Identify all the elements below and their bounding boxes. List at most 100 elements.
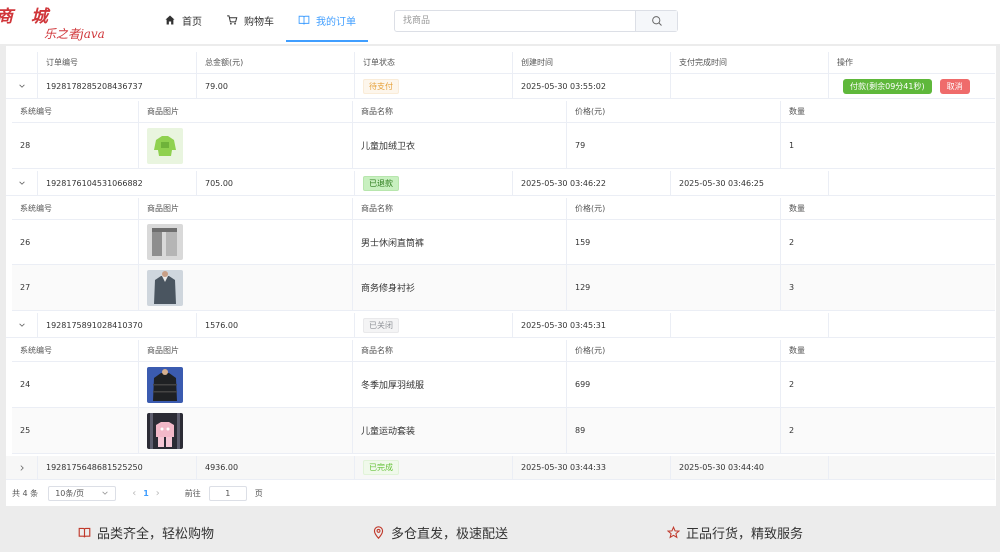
search-box	[394, 10, 678, 32]
item-row: 28 儿童加绒卫衣 79 1	[12, 123, 995, 169]
order-status-cell: 已退款	[355, 171, 513, 195]
col-item-name: 商品名称	[353, 340, 567, 361]
order-row: 1928175891028410370 1576.00 已关闭 2025-05-…	[6, 313, 995, 338]
order-row: 1928178285208436737 79.00 待支付 2025-05-30…	[6, 74, 995, 99]
item-name: 商务修身衬衫	[353, 265, 567, 310]
pagination: 共 4 条 10条/页 ‹ 1 › 前往 1 页	[12, 485, 263, 501]
item-row: 24 冬季加厚羽绒服 699 2	[12, 362, 995, 408]
nav-cart-label: 购物车	[244, 16, 274, 28]
item-price: 129	[567, 265, 781, 310]
item-price: 89	[567, 408, 781, 453]
item-price: 699	[567, 362, 781, 407]
header-expand-col	[6, 52, 38, 73]
expand-toggle[interactable]	[6, 456, 38, 479]
cart-icon	[227, 15, 238, 25]
col-item-image: 商品图片	[139, 101, 353, 122]
feature-item: 正品行货，精致服务	[667, 523, 803, 542]
current-page[interactable]: 1	[143, 489, 149, 498]
item-qty: 3	[789, 283, 795, 292]
item-id: 26	[12, 220, 139, 264]
feature-label: 多仓直发，极速配送	[391, 527, 509, 542]
expand-toggle[interactable]	[6, 171, 38, 195]
item-image-cell	[139, 220, 353, 264]
star-icon	[667, 526, 680, 539]
total-count: 共 4 条	[12, 488, 39, 498]
col-paid: 支付完成时间	[671, 52, 829, 73]
order-actions: 付款(剩余09分41秒) 取消	[829, 74, 995, 98]
col-item-id: 系统编号	[12, 340, 139, 361]
nav-cart[interactable]: 购物车	[214, 0, 286, 40]
logo-title[interactable]: 商 城	[0, 2, 54, 27]
col-order-no: 订单编号	[38, 52, 197, 73]
expand-toggle[interactable]	[6, 313, 38, 337]
expand-toggle[interactable]	[6, 74, 38, 98]
col-status: 订单状态	[355, 52, 513, 73]
item-image-cell	[139, 408, 353, 453]
item-qty: 2	[789, 426, 795, 435]
product-image	[147, 224, 183, 260]
item-name: 儿童运动套装	[353, 408, 567, 453]
item-id: 28	[12, 123, 139, 168]
main-nav: 首页 购物车 我的订单	[152, 0, 368, 42]
order-total: 1576.00	[197, 313, 355, 337]
item-row: 25 儿童运动套装 89 2	[12, 408, 995, 454]
col-item-image: 商品图片	[139, 198, 353, 219]
logo-subtitle: 乐之者java	[44, 27, 105, 41]
nav-home-label: 首页	[182, 16, 202, 28]
order-total: 79.00	[197, 74, 355, 98]
chevron-down-icon	[18, 181, 25, 185]
page-size-select[interactable]: 10条/页	[48, 485, 117, 501]
next-page-button[interactable]: ›	[156, 488, 160, 499]
home-icon	[165, 15, 175, 25]
items-header: 系统编号 商品图片 商品名称 价格(元) 数量	[12, 101, 995, 123]
item-qty: 2	[789, 380, 795, 389]
search-icon	[651, 16, 662, 26]
status-badge: 已关闭	[363, 317, 399, 333]
feature-label: 正品行货，精致服务	[686, 527, 804, 542]
item-image-cell	[139, 123, 353, 168]
col-item-name: 商品名称	[353, 101, 567, 122]
order-actions	[829, 171, 995, 195]
search-input[interactable]	[395, 11, 635, 31]
items-header: 系统编号 商品图片 商品名称 价格(元) 数量	[12, 198, 995, 220]
order-created: 2025-05-30 03:45:31	[513, 313, 671, 337]
order-no: 1928175891028410370	[38, 313, 197, 337]
item-name: 男士休闲直筒裤	[353, 220, 567, 264]
order-status-cell: 已完成	[355, 456, 513, 479]
prev-page-button[interactable]: ‹	[132, 488, 136, 499]
product-image	[147, 269, 183, 306]
goto-page-input[interactable]: 1	[208, 485, 247, 501]
order-paid	[671, 313, 829, 337]
location-pin-icon	[373, 526, 384, 539]
pay-button[interactable]: 付款(剩余09分41秒)	[843, 78, 932, 94]
search-button[interactable]	[635, 11, 677, 31]
item-id: 24	[12, 362, 139, 407]
cancel-button[interactable]: 取消	[939, 78, 970, 94]
order-paid: 2025-05-30 03:46:25	[671, 171, 829, 195]
order-actions	[829, 313, 995, 337]
col-item-image: 商品图片	[139, 340, 353, 361]
nav-my-orders[interactable]: 我的订单	[286, 0, 368, 42]
nav-home[interactable]: 首页	[152, 0, 214, 40]
page-suffix: 页	[254, 488, 263, 498]
chevron-down-icon	[102, 491, 108, 495]
feature-label: 品类齐全，轻松购物	[97, 527, 215, 542]
item-image-cell	[139, 362, 353, 407]
orders-table-header: 订单编号 总金额(元) 订单状态 创建时间 支付完成时间 操作	[6, 52, 995, 74]
feature-item: 多仓直发，极速配送	[372, 523, 508, 542]
order-no: 1928178285208436737	[38, 74, 197, 98]
col-item-name: 商品名称	[353, 198, 567, 219]
chevron-right-icon	[20, 464, 24, 471]
order-created: 2025-05-30 03:46:22	[513, 171, 671, 195]
order-status-cell: 待支付	[355, 74, 513, 98]
item-qty: 2	[789, 237, 795, 247]
item-image-cell	[139, 265, 353, 310]
col-item-qty: 数量	[789, 107, 805, 116]
chevron-down-icon	[18, 84, 25, 88]
col-item-id: 系统编号	[12, 198, 139, 219]
item-name: 儿童加绒卫衣	[353, 123, 567, 168]
order-no: 1928175648681525250	[38, 456, 197, 479]
book-icon	[298, 15, 310, 25]
order-actions	[829, 456, 995, 479]
item-name: 冬季加厚羽绒服	[353, 362, 567, 407]
